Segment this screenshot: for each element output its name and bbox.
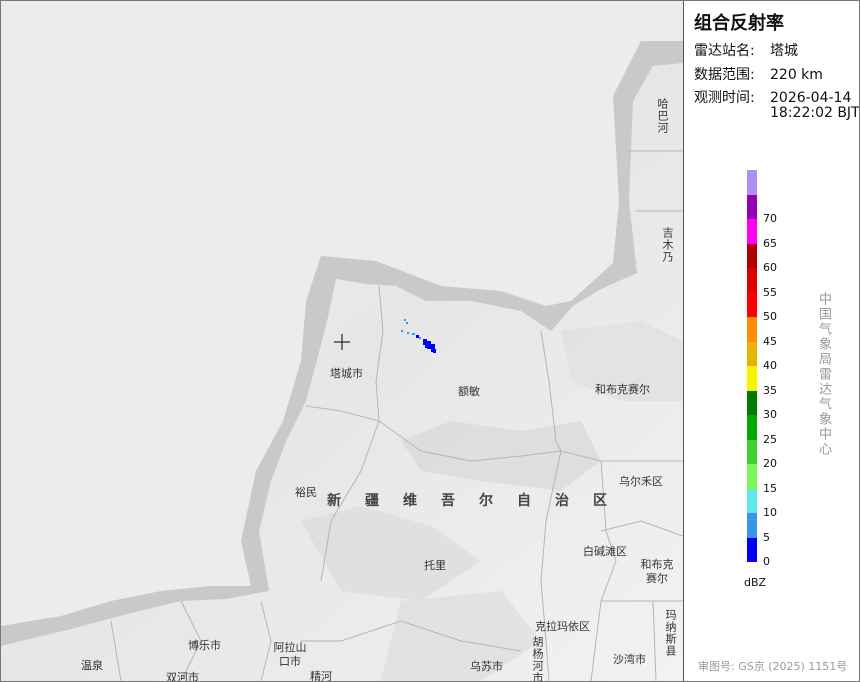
legend-tick-label: 10 <box>763 506 777 519</box>
legend-swatch <box>747 464 757 489</box>
legend-swatch <box>747 488 757 513</box>
label-tacheng: 塔城市 <box>330 367 363 380</box>
label-wusu: 乌苏市 <box>470 660 503 673</box>
map-canvas <box>1 1 683 681</box>
station-row: 雷达站名: 塔城 <box>694 40 798 60</box>
legend-swatch <box>747 194 757 219</box>
label-bole: 博乐市 <box>188 639 221 652</box>
product-title: 组合反射率 <box>694 13 784 34</box>
station-key: 雷达站名: <box>694 43 755 59</box>
legend-tick-label: 40 <box>763 359 777 372</box>
legend-unit: dBZ <box>744 576 767 589</box>
legend-tick-label: 60 <box>763 261 777 274</box>
radar-frame: 塔城市 额敏 和布克赛尔 裕民 新疆维吾尔自治区 乌尔禾区 白碱滩区 和布克赛尔… <box>0 0 860 682</box>
label-jimunai: 吉木乃 <box>661 227 674 263</box>
legend-swatch <box>747 317 757 342</box>
label-xinjiang: 新疆维吾尔自治区 <box>327 493 631 509</box>
label-huyanghe: 胡杨河市 <box>531 636 544 681</box>
label-shawan: 沙湾市 <box>613 653 646 666</box>
legend-swatch <box>747 390 757 415</box>
label-habahe: 哈巴河 <box>656 98 669 134</box>
legend-tick-label: 5 <box>763 530 770 544</box>
legend-swatch <box>747 170 757 195</box>
organization-label: 中国气象局雷达气象中心 <box>816 292 831 457</box>
legend-tick-label: 50 <box>763 310 777 323</box>
range-key: 数据范围: <box>694 67 755 83</box>
label-jinghe: 精河 <box>310 670 332 681</box>
station-value: 塔城 <box>770 43 798 59</box>
legend-swatch <box>747 439 757 464</box>
legend-tick-label: 70 <box>763 212 777 225</box>
legend-tick-label: 55 <box>763 285 777 299</box>
time-key: 观测时间: <box>694 90 755 106</box>
label-alashankou: 阿拉山口市 <box>273 641 307 668</box>
radar-map[interactable]: 塔城市 额敏 和布克赛尔 裕民 新疆维吾尔自治区 乌尔禾区 白碱滩区 和布克赛尔… <box>1 1 683 681</box>
time-clock: 18:22:02 BJT <box>770 105 860 121</box>
range-value: 220 km <box>770 67 823 83</box>
legend-tick-label: 15 <box>763 481 777 495</box>
legend-swatch <box>747 219 757 244</box>
label-urho: 乌尔禾区 <box>619 475 663 488</box>
legend-swatch <box>747 537 757 562</box>
legend-swatch <box>747 366 757 391</box>
time-row: 观测时间: 2026-04-14 18:22:02 BJT <box>694 87 860 127</box>
approval-number: 审图号: GS京 (2025) 1151号 <box>698 660 848 673</box>
label-baijiantan: 白碱滩区 <box>583 545 627 558</box>
label-hebukesaier-2: 和布克赛尔 <box>640 558 674 585</box>
legend-swatch <box>747 243 757 268</box>
label-emin: 额敏 <box>458 385 480 398</box>
legend-tick-label: 25 <box>763 432 777 446</box>
label-shuanghe: 双河市 <box>166 671 199 681</box>
legend-swatch <box>747 292 757 317</box>
legend-tick-label: 65 <box>763 236 777 250</box>
legend-swatch <box>747 341 757 366</box>
legend-swatch <box>747 513 757 538</box>
legend-tick-label: 30 <box>763 408 777 421</box>
label-tuoli: 托里 <box>424 559 446 572</box>
legend-swatch <box>747 268 757 293</box>
label-wenquan: 温泉 <box>81 659 103 672</box>
label-karamay: 克拉玛依区 <box>535 620 590 633</box>
legend-tick-label: 20 <box>763 457 777 470</box>
range-row: 数据范围: 220 km <box>694 64 823 84</box>
label-hobuksar: 和布克赛尔 <box>595 383 650 396</box>
time-date: 2026-04-14 <box>770 90 852 106</box>
info-panel: 组合反射率 雷达站名: 塔城 数据范围: 220 km 观测时间: 2026-04-1… <box>683 1 860 681</box>
label-manasi: 玛纳斯县 <box>664 609 677 657</box>
label-yumin: 裕民 <box>295 486 317 499</box>
legend-tick-label: 45 <box>763 334 777 348</box>
legend-tick-label: 0 <box>763 555 770 568</box>
legend-tick-label: 35 <box>763 383 777 397</box>
legend-swatch <box>747 415 757 440</box>
